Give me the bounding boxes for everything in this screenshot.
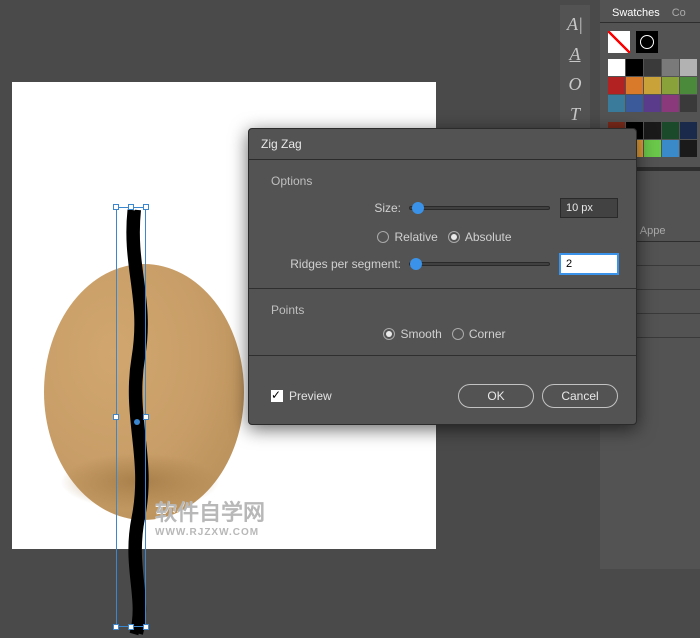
resize-handle-bc[interactable] (128, 624, 134, 630)
watermark-url: WWW.RJZXW.COM (155, 527, 265, 538)
resize-handle-bl[interactable] (113, 624, 119, 630)
zigzag-dialog: Zig Zag Options Size: Relative Absolute … (248, 128, 637, 425)
selection-bounding-box[interactable] (116, 207, 146, 627)
ridges-input[interactable] (560, 254, 618, 274)
relative-radio[interactable]: Relative (377, 230, 437, 244)
swatch-none[interactable] (608, 31, 630, 53)
appearance-tab[interactable]: Appe (635, 221, 671, 241)
options-group-label: Options (271, 174, 618, 188)
ok-button[interactable]: OK (458, 384, 534, 408)
paragraph-panel-icon[interactable]: A (560, 39, 590, 69)
swatch[interactable] (680, 77, 697, 94)
absolute-label: Absolute (465, 230, 512, 244)
swatch[interactable] (626, 95, 643, 112)
smooth-radio[interactable]: Smooth (383, 327, 441, 341)
swatch[interactable] (662, 77, 679, 94)
swatch[interactable] (680, 140, 697, 157)
resize-handle-br[interactable] (143, 624, 149, 630)
smooth-label: Smooth (400, 327, 441, 341)
resize-handle-mr[interactable] (143, 414, 149, 420)
swatch[interactable] (644, 140, 661, 157)
watermark-text: 软件自学网 (155, 500, 265, 525)
glyphs-panel-icon[interactable]: T (560, 99, 590, 129)
resize-handle-tc[interactable] (128, 204, 134, 210)
type-panel: A| A O T (560, 5, 590, 133)
swatch[interactable] (662, 140, 679, 157)
corner-radio[interactable]: Corner (452, 327, 506, 341)
resize-handle-ml[interactable] (113, 414, 119, 420)
swatch[interactable] (680, 59, 697, 76)
swatch[interactable] (626, 77, 643, 94)
swatches-tab[interactable]: Swatches (606, 3, 666, 22)
swatch[interactable] (662, 122, 679, 139)
swatch[interactable] (608, 95, 625, 112)
swatch[interactable] (608, 77, 625, 94)
preview-checkbox[interactable]: Preview (271, 389, 332, 403)
swatch[interactable] (680, 122, 697, 139)
ridges-label: Ridges per segment: (271, 257, 401, 271)
absolute-radio[interactable]: Absolute (448, 230, 512, 244)
ridges-slider[interactable] (409, 262, 550, 266)
opentype-panel-icon[interactable]: O (560, 69, 590, 99)
relative-label: Relative (394, 230, 437, 244)
swatch[interactable] (662, 95, 679, 112)
resize-handle-tr[interactable] (143, 204, 149, 210)
size-label: Size: (271, 201, 401, 215)
watermark: 软件自学网 WWW.RJZXW.COM (155, 495, 265, 538)
swatch[interactable] (644, 59, 661, 76)
size-input[interactable] (560, 198, 618, 218)
preview-label: Preview (289, 389, 332, 403)
color-tab[interactable]: Co (666, 3, 686, 22)
swatch[interactable] (644, 122, 661, 139)
points-group-label: Points (271, 303, 618, 317)
swatch[interactable] (662, 59, 679, 76)
dialog-title: Zig Zag (249, 129, 636, 160)
swatch-registration[interactable] (636, 31, 658, 53)
workspace: 软件自学网 WWW.RJZXW.COM A| A O T ✶ ≡ Swatche… (0, 0, 700, 569)
corner-label: Corner (469, 327, 506, 341)
swatch[interactable] (608, 59, 625, 76)
size-slider[interactable] (409, 206, 550, 210)
character-panel-icon[interactable]: A| (560, 9, 590, 39)
swatch[interactable] (680, 95, 697, 112)
swatch[interactable] (626, 59, 643, 76)
swatch[interactable] (644, 77, 661, 94)
resize-handle-tl[interactable] (113, 204, 119, 210)
swatch[interactable] (644, 95, 661, 112)
cancel-button[interactable]: Cancel (542, 384, 618, 408)
